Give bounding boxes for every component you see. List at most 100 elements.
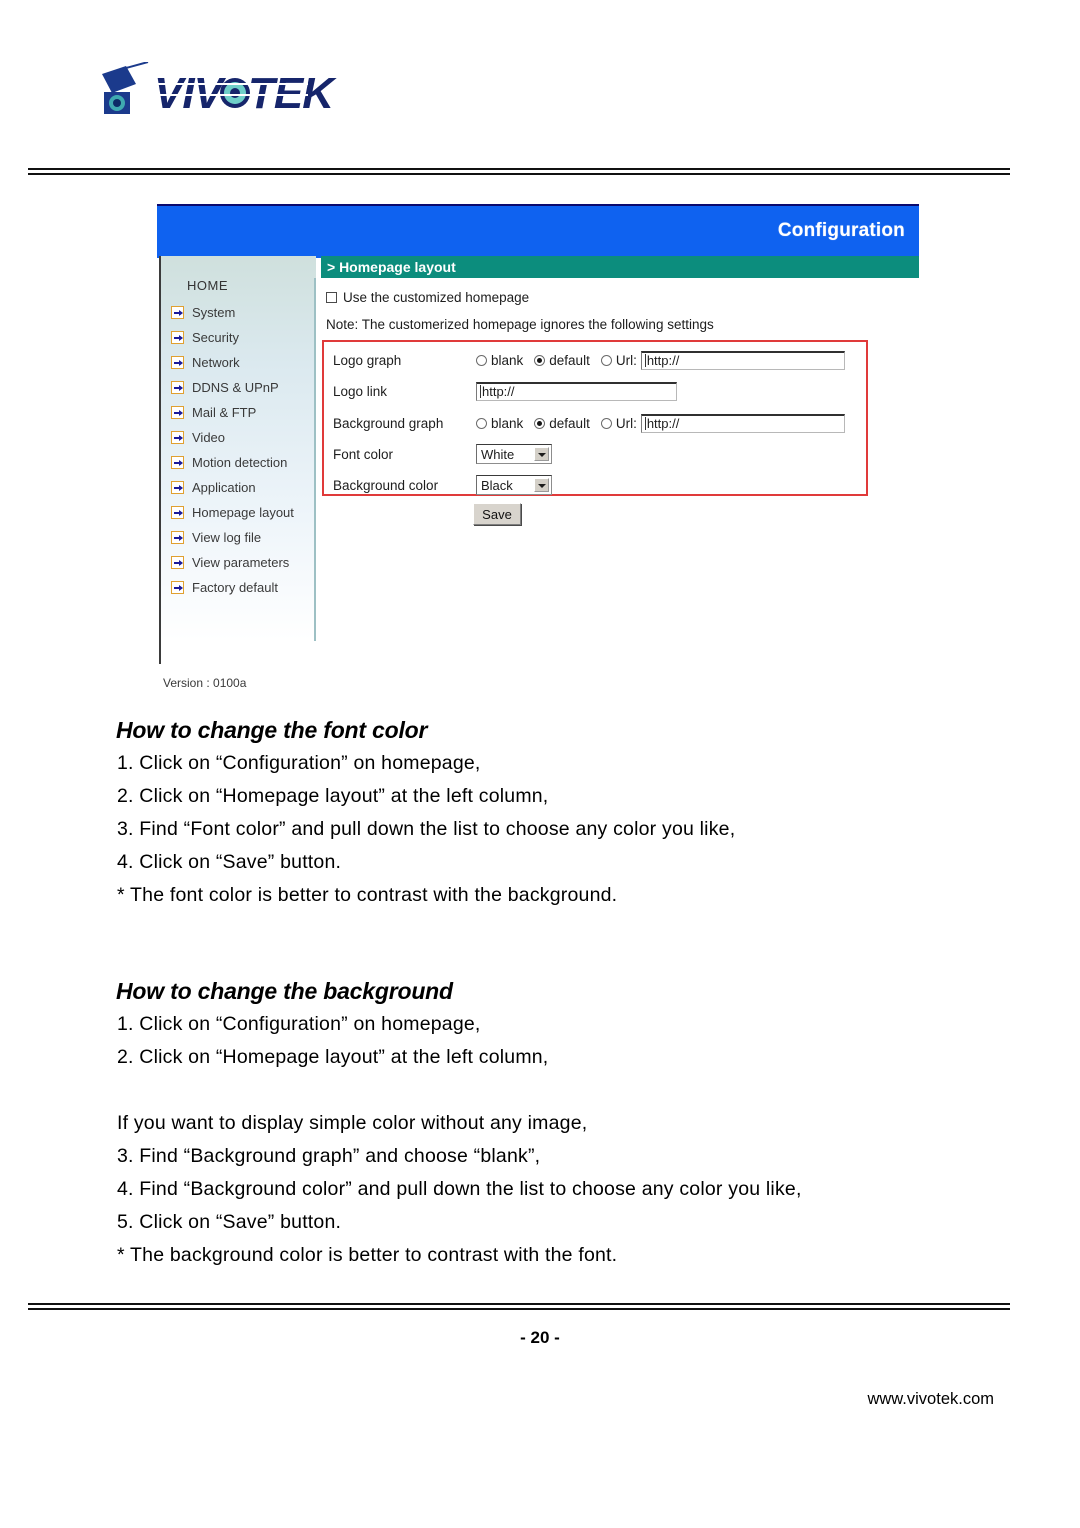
arrow-bullet-icon (171, 306, 184, 319)
logo-graph-blank-radio[interactable] (476, 354, 487, 366)
screenshot-banner: Configuration (157, 204, 919, 258)
logo-link-value: http:// (482, 384, 515, 399)
sidebar-item-factory-default[interactable]: Factory default (161, 575, 316, 600)
sidebar-item-system[interactable]: System (161, 300, 316, 325)
footer-divider (28, 1303, 1010, 1310)
sidebar-divider (314, 278, 316, 641)
sidebar-item-homepage-layout[interactable]: Homepage layout (161, 500, 316, 525)
section-heading-background: How to change the background (116, 978, 453, 1004)
save-button[interactable]: Save (473, 503, 521, 525)
arrow-bullet-icon (171, 431, 184, 444)
screenshot-sidebar: HOME System Security Network DDNS & UPnP… (159, 256, 316, 690)
highlight-box: Logo graph blank default Url: http:// Lo… (322, 340, 868, 496)
logo-link-label: Logo link (333, 383, 388, 399)
logo-graph-url-radio[interactable] (600, 354, 612, 366)
instruction-note: * The font color is better to contrast w… (117, 884, 618, 906)
vivotek-logo: VIV TEK (96, 62, 346, 124)
sidebar-item-view-parameters[interactable]: View parameters (161, 550, 316, 575)
sidebar-menu: System Security Network DDNS & UPnP Mail… (161, 300, 316, 600)
sidebar-item-label: View parameters (192, 555, 290, 570)
sidebar-item-label: Application (192, 480, 256, 495)
logo-graph-url-value: http:// (646, 353, 680, 368)
instruction-note: * The background color is better to cont… (117, 1244, 618, 1266)
sidebar-item-security[interactable]: Security (161, 325, 316, 350)
logo-graph-default-label: default (549, 352, 590, 368)
instruction-line: 2. Click on “Homepage layout” at the lef… (117, 1046, 549, 1068)
arrow-bullet-icon (171, 331, 184, 344)
logo-link-input[interactable]: http:// (476, 381, 677, 401)
configuration-link[interactable]: Configuration (778, 220, 905, 242)
background-graph-url-label: Url: (615, 415, 637, 431)
arrow-bullet-icon (171, 581, 184, 594)
instruction-line: 1. Click on “Configuration” on homepage, (117, 1013, 481, 1035)
configuration-screenshot: Configuration > Homepage layout HOME Sys… (157, 204, 919, 690)
instruction-line: 1. Click on “Configuration” on homepage, (117, 752, 481, 774)
background-graph-blank-radio[interactable] (476, 417, 487, 429)
background-graph-url-radio[interactable] (600, 417, 612, 429)
background-graph-url-input[interactable]: http:// (640, 413, 845, 433)
background-graph-row: Background graph blank default Url: http… (324, 407, 866, 439)
text-caret (644, 354, 646, 367)
instruction-line: 2. Click on “Homepage layout” at the lef… (117, 785, 549, 807)
logo-link-row: Logo link http:// (324, 375, 866, 407)
arrow-bullet-icon (171, 481, 184, 494)
background-graph-default-radio[interactable] (534, 417, 546, 429)
logo-graph-default-radio[interactable] (534, 354, 546, 366)
checkbox-icon[interactable] (326, 292, 337, 303)
arrow-bullet-icon (171, 556, 184, 569)
logo-graph-label: Logo graph (333, 352, 402, 368)
text-caret (644, 417, 646, 430)
instruction-line: 4. Click on “Save” button. (117, 851, 342, 873)
sidebar-item-network[interactable]: Network (161, 350, 316, 375)
sidebar-item-label: System (192, 305, 236, 320)
sidebar-item-label: Homepage layout (192, 505, 294, 520)
background-graph-default-label: default (549, 415, 590, 431)
page-number: - 20 - (520, 1328, 560, 1347)
section-title: > Homepage layout (327, 259, 456, 275)
sidebar-item-home[interactable]: HOME (187, 278, 228, 293)
chevron-down-icon[interactable] (534, 447, 549, 461)
sidebar-item-motion-detection[interactable]: Motion detection (161, 450, 316, 475)
background-color-value: Black (481, 477, 513, 493)
section-heading-font-color: How to change the font color (116, 717, 428, 743)
arrow-bullet-icon (171, 456, 184, 469)
header-divider (28, 168, 1010, 175)
arrow-bullet-icon (171, 381, 184, 394)
instruction-line: If you want to display simple color with… (117, 1112, 588, 1134)
instruction-line: 3. Find “Font color” and pull down the l… (117, 818, 736, 840)
sidebar-item-label: Video (192, 430, 226, 445)
arrow-bullet-icon (171, 531, 184, 544)
arrow-bullet-icon (171, 506, 184, 519)
font-color-select[interactable]: White (476, 444, 552, 464)
instruction-line: 5. Click on “Save” button. (117, 1211, 342, 1233)
font-color-value: White (481, 446, 515, 462)
font-color-row: Font color White (324, 438, 866, 470)
sidebar-item-ddns-upnp[interactable]: DDNS & UPnP (161, 375, 316, 400)
sidebar-item-view-log-file[interactable]: View log file (161, 525, 316, 550)
font-color-label: Font color (333, 446, 394, 462)
sidebar-item-application[interactable]: Application (161, 475, 316, 500)
use-customized-homepage-label: Use the customized homepage (343, 290, 530, 305)
sidebar-item-label: Security (192, 330, 239, 345)
logo-graph-blank-label: blank (491, 352, 524, 368)
instruction-line: 4. Find “Background color” and pull down… (117, 1178, 802, 1200)
svg-text:TEK: TEK (248, 69, 337, 118)
sidebar-left-edge (159, 641, 161, 664)
background-color-label: Background color (333, 477, 439, 493)
logo-graph-row: Logo graph blank default Url: http:// (324, 344, 866, 376)
sidebar-item-label: Mail & FTP (192, 405, 257, 420)
arrow-bullet-icon (171, 406, 184, 419)
background-color-select[interactable]: Black (476, 475, 552, 495)
use-customized-homepage-row[interactable]: Use the customized homepage (326, 290, 529, 305)
firmware-version: Version : 0100a (163, 676, 247, 690)
settings-note: Note: The customerized homepage ignores … (326, 317, 714, 332)
arrow-bullet-icon (171, 356, 184, 369)
logo-graph-url-label: Url: (615, 352, 637, 368)
sidebar-item-mail-ftp[interactable]: Mail & FTP (161, 400, 316, 425)
sidebar-item-label: Network (192, 355, 240, 370)
background-graph-label: Background graph (333, 415, 444, 431)
chevron-down-icon[interactable] (534, 478, 549, 492)
logo-graph-url-input[interactable]: http:// (640, 350, 845, 370)
sidebar-item-video[interactable]: Video (161, 425, 316, 450)
svg-text:VIV: VIV (154, 69, 227, 118)
